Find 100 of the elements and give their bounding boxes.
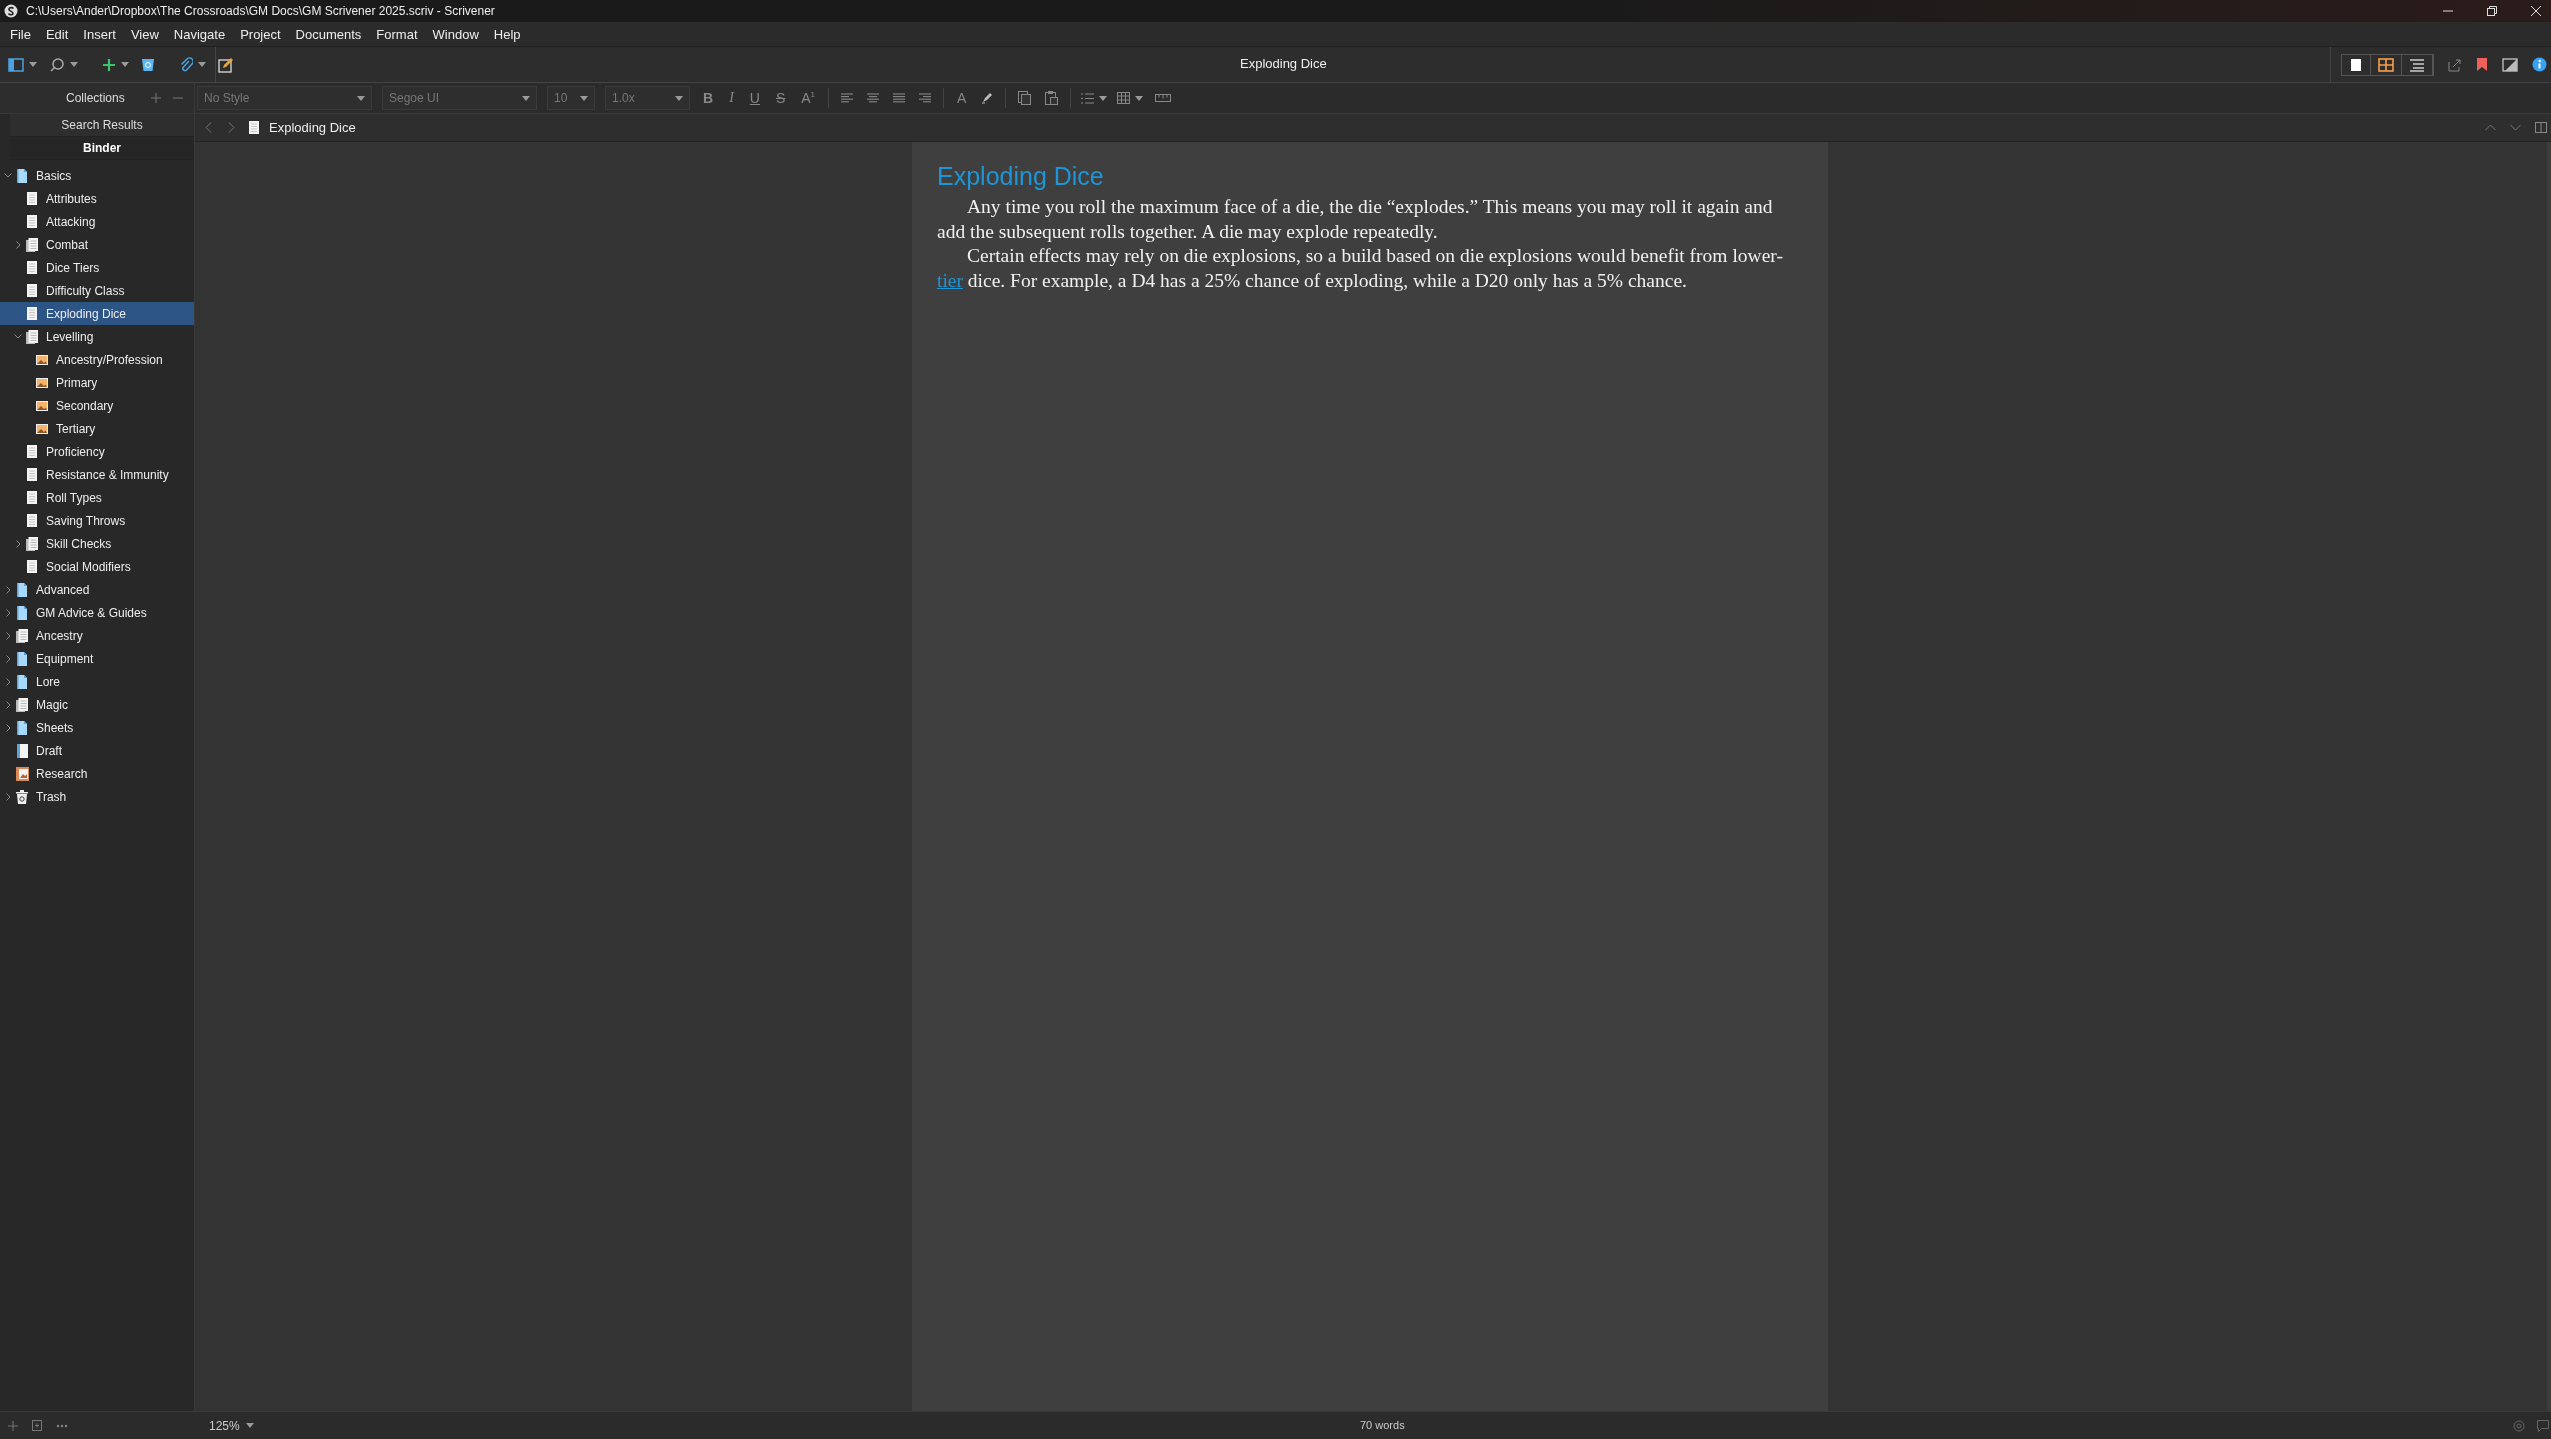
paste-icon[interactable] <box>1045 91 1059 105</box>
chevron-right-icon[interactable] <box>5 792 11 801</box>
caret-icon[interactable] <box>357 95 365 101</box>
chevron-right-icon[interactable] <box>15 539 21 548</box>
chevron-right-icon[interactable] <box>15 240 21 249</box>
align-justify-icon[interactable] <box>893 93 906 103</box>
text-color-button[interactable]: A <box>954 90 970 106</box>
align-right-icon[interactable] <box>919 93 932 103</box>
caret-icon[interactable] <box>70 62 78 67</box>
menu-item[interactable]: Help <box>493 26 521 42</box>
info-icon[interactable] <box>2532 57 2547 72</box>
binder-item[interactable]: Equipment <box>0 647 194 670</box>
chevron-right-icon[interactable] <box>5 608 11 617</box>
binder-item-label: Secondary <box>56 398 114 413</box>
binder-tab[interactable]: Search Results <box>10 114 194 137</box>
binder-item-label: Roll Types <box>46 490 102 505</box>
binder-item[interactable]: Levelling <box>0 325 194 348</box>
italic-button[interactable]: I <box>726 90 737 106</box>
menu-item[interactable]: File <box>10 26 31 42</box>
align-center-icon[interactable] <box>867 93 880 103</box>
share-icon[interactable] <box>2448 57 2462 72</box>
underline-button[interactable]: U <box>746 90 763 106</box>
chevron-right-icon[interactable] <box>5 654 11 663</box>
binder-item[interactable]: Combat <box>0 233 194 256</box>
binder-item[interactable]: Roll Types <box>0 486 194 509</box>
more-icon[interactable] <box>56 1423 68 1428</box>
binder-item[interactable]: Advanced <box>0 578 194 601</box>
highlighter-icon[interactable] <box>981 92 994 104</box>
caret-icon[interactable] <box>1135 95 1144 101</box>
superscript-button[interactable]: A$^{1}$ <box>798 90 819 106</box>
bold-button[interactable]: B <box>700 90 717 106</box>
strikethrough-button[interactable]: S <box>772 90 789 106</box>
binder-item[interactable]: Primary <box>0 371 194 394</box>
chevron-right-icon[interactable] <box>5 700 11 709</box>
binder-item[interactable]: GM Advice & Guides <box>0 601 194 624</box>
menu-item[interactable]: Edit <box>45 26 69 42</box>
menu-item[interactable]: Navigate <box>173 26 226 42</box>
copy-icon[interactable] <box>1018 91 1032 105</box>
new-folder-icon[interactable] <box>32 1420 42 1431</box>
comment-icon[interactable] <box>2537 1419 2549 1432</box>
search-icon[interactable] <box>49 56 65 73</box>
binder-item[interactable]: Sheets <box>0 716 194 739</box>
chevron-down-icon[interactable] <box>14 334 22 339</box>
note-edit-icon[interactable] <box>218 56 234 73</box>
binder-item[interactable]: Resistance & Immunity <box>0 463 194 486</box>
caret-icon[interactable] <box>29 62 37 67</box>
add-icon[interactable] <box>102 57 116 72</box>
binder-item[interactable]: Difficulty Class <box>0 279 194 302</box>
zoom-dropdown[interactable]: 125% <box>209 1418 254 1433</box>
menu-item[interactable]: Project <box>240 26 281 42</box>
binder-item[interactable]: Attributes <box>0 187 194 210</box>
close-icon[interactable] <box>2529 4 2543 18</box>
caret-icon[interactable] <box>198 62 206 67</box>
binder-item[interactable]: Social Modifiers <box>0 555 194 578</box>
chevron-right-icon[interactable] <box>5 585 11 594</box>
bullet-list-icon[interactable] <box>1081 92 1095 104</box>
menu-item[interactable]: Insert <box>83 26 116 42</box>
menu-item[interactable]: View <box>130 26 159 42</box>
caret-icon[interactable] <box>121 62 129 67</box>
align-left-icon[interactable] <box>841 93 854 103</box>
chevron-right-icon[interactable] <box>5 631 11 640</box>
caret-icon[interactable] <box>522 95 530 101</box>
binder-item[interactable]: Basics <box>0 164 194 187</box>
binder-item[interactable]: Proficiency <box>0 440 194 463</box>
menu-item[interactable]: Documents <box>295 26 362 42</box>
binder-item[interactable]: Ancestry/Profession <box>0 348 194 371</box>
binder-item[interactable]: Dice Tiers <box>0 256 194 279</box>
binder-item-label: Ancestry <box>36 628 83 643</box>
split-view-icon[interactable] <box>2535 122 2547 133</box>
binder-item[interactable]: Secondary <box>0 394 194 417</box>
binder-item[interactable]: Saving Throws <box>0 509 194 532</box>
chevron-down-icon[interactable] <box>4 173 12 178</box>
binder-item[interactable]: Ancestry <box>0 624 194 647</box>
chevron-right-icon[interactable] <box>5 677 11 686</box>
caret-icon[interactable] <box>580 95 588 101</box>
caret-icon[interactable] <box>1099 95 1108 101</box>
menu-item[interactable]: Window <box>432 26 479 42</box>
ruler-icon[interactable] <box>1155 94 1172 102</box>
restore-icon[interactable] <box>2485 4 2499 18</box>
word-count: 70 words <box>1360 1419 1405 1431</box>
binder-item[interactable]: Research <box>0 762 194 785</box>
binder-item[interactable]: Attacking <box>0 210 194 233</box>
binder-item[interactable]: Lore <box>0 670 194 693</box>
binder-item[interactable]: Draft <box>0 739 194 762</box>
binder-item[interactable]: Exploding Dice <box>0 302 194 325</box>
layout-icon[interactable] <box>8 57 24 72</box>
binder-item[interactable]: Skill Checks <box>0 532 194 555</box>
trash-icon <box>16 789 28 804</box>
bookmark-icon[interactable] <box>2476 57 2488 72</box>
menu-item[interactable]: Format <box>376 26 418 42</box>
inspector-panel-icon[interactable] <box>2502 57 2518 72</box>
binder-item[interactable]: Tertiary <box>0 417 194 440</box>
caret-icon[interactable] <box>245 1423 254 1428</box>
trash-icon[interactable] <box>141 57 155 72</box>
binder-item[interactable]: Trash <box>0 785 194 808</box>
caret-icon[interactable] <box>675 95 683 101</box>
table-icon[interactable] <box>1117 92 1131 104</box>
chevron-right-icon[interactable] <box>5 723 11 732</box>
paperclip-icon[interactable] <box>179 56 193 73</box>
binder-item[interactable]: Magic <box>0 693 194 716</box>
